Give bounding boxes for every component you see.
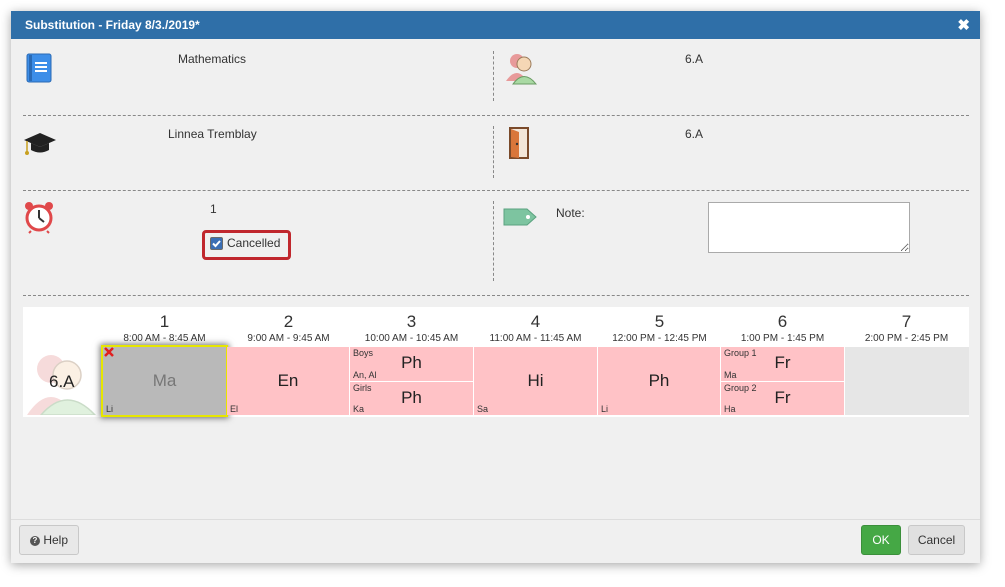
- period-header: 7 2:00 PM - 2:45 PM: [845, 307, 968, 345]
- class-value: 6.A: [685, 52, 704, 66]
- lesson-subject: Fr: [774, 353, 791, 372]
- lesson-cell[interactable]: Hi Sa: [474, 347, 597, 415]
- lesson-cell-cancelled[interactable]: Ma Li: [101, 345, 228, 417]
- timetable: 6.A 1 8:00 AM - 8:45 AM 2 9:00 AM - 9:45…: [23, 307, 969, 417]
- lesson-subject: Fr: [774, 388, 791, 407]
- substitution-dialog: Substitution - Friday 8/3./2019* ✖ Mathe…: [11, 11, 980, 563]
- period-header: 4 11:00 AM - 11:45 AM: [474, 307, 597, 345]
- lesson-teacher: Sa: [477, 404, 489, 414]
- divider: [493, 126, 494, 178]
- period-header: 6 1:00 PM - 1:45 PM: [721, 307, 844, 345]
- question-circle-icon: ?: [29, 535, 40, 546]
- period-time: 12:00 PM - 12:45 PM: [612, 333, 707, 344]
- note-textarea[interactable]: [708, 202, 910, 253]
- ok-button[interactable]: OK: [861, 525, 901, 555]
- cancel-button[interactable]: Cancel: [908, 525, 965, 555]
- divider: [493, 201, 494, 281]
- cancelled-checkbox-highlight: Cancelled: [202, 230, 291, 260]
- lesson-cell-group[interactable]: Boys Ph An, Al: [350, 347, 473, 381]
- period-header: 5 12:00 PM - 12:45 PM: [598, 307, 721, 345]
- divider: [23, 190, 969, 191]
- lesson-subject: En: [277, 371, 299, 390]
- door-icon: [507, 125, 533, 164]
- lesson-subject: Ph: [401, 388, 422, 407]
- cancelled-label[interactable]: Cancelled: [227, 236, 280, 250]
- cancelled-x-icon: [103, 346, 115, 361]
- period-number: 6: [777, 312, 788, 331]
- book-icon: [25, 52, 53, 87]
- close-icon[interactable]: ✖: [957, 16, 970, 34]
- lesson-teacher: Li: [106, 404, 114, 414]
- lesson-teacher: An, Al: [353, 370, 377, 380]
- lesson-teacher: El: [230, 404, 239, 414]
- period-time: 9:00 AM - 9:45 AM: [247, 333, 330, 344]
- period-number: 5: [654, 312, 665, 331]
- period-header: 3 10:00 AM - 10:45 AM: [350, 307, 473, 345]
- dialog-titlebar: Substitution - Friday 8/3./2019* ✖: [11, 11, 980, 39]
- period-number: 3: [406, 312, 417, 331]
- help-label: Help: [43, 533, 69, 547]
- subject-value: Mathematics: [178, 52, 247, 66]
- empty-lesson-cell[interactable]: [845, 347, 969, 415]
- graduation-cap-icon: [23, 129, 57, 162]
- lesson-teacher: Ka: [353, 404, 365, 414]
- period-time: 10:00 AM - 10:45 AM: [364, 333, 459, 344]
- lesson-cell-group[interactable]: Group 1 Fr Ma: [721, 347, 844, 381]
- timetable-row-label: 6.A: [49, 372, 75, 391]
- period-header: 2 9:00 AM - 9:45 AM: [227, 307, 350, 345]
- lesson-teacher: Ha: [724, 404, 736, 414]
- period-time: 11:00 AM - 11:45 AM: [489, 333, 582, 344]
- period-number: 4: [530, 312, 541, 331]
- period-time: 8:00 AM - 8:45 AM: [123, 333, 206, 344]
- divider: [23, 295, 969, 296]
- note-label: Note:: [556, 206, 585, 220]
- divider: [493, 51, 494, 101]
- period-number: 1: [159, 312, 170, 331]
- tag-icon: [503, 207, 537, 230]
- lesson-cell[interactable]: En El: [227, 347, 349, 415]
- cancelled-checkbox[interactable]: [210, 237, 223, 250]
- period-value: 1: [210, 202, 217, 216]
- dialog-title: Substitution - Friday 8/3./2019*: [25, 18, 200, 32]
- lesson-cell-group[interactable]: Group 2 Fr Ha: [721, 382, 844, 415]
- alarm-clock-icon: [23, 200, 55, 237]
- lesson-cell[interactable]: Ph Li: [598, 347, 720, 415]
- lesson-cell-group[interactable]: Girls Ph Ka: [350, 382, 473, 415]
- period-header: 1 8:00 AM - 8:45 AM: [103, 307, 226, 345]
- students-icon: [505, 51, 538, 88]
- help-button[interactable]: ? Help: [19, 525, 79, 555]
- teacher-value: Linnea Tremblay: [168, 127, 257, 141]
- lesson-teacher: Li: [601, 404, 609, 414]
- lesson-subject: Hi: [527, 371, 544, 390]
- period-number: 2: [283, 312, 294, 331]
- lesson-subject: Ph: [648, 371, 670, 390]
- lesson-teacher: Ma: [724, 370, 737, 380]
- dialog-footer: ? Help OK Cancel: [11, 519, 980, 564]
- lesson-subject: Ma: [152, 371, 177, 390]
- room-value: 6.A: [685, 127, 704, 141]
- divider: [23, 115, 969, 116]
- period-time: 1:00 PM - 1:45 PM: [740, 333, 825, 344]
- period-number: 7: [901, 312, 912, 331]
- period-time: 2:00 PM - 2:45 PM: [864, 333, 949, 344]
